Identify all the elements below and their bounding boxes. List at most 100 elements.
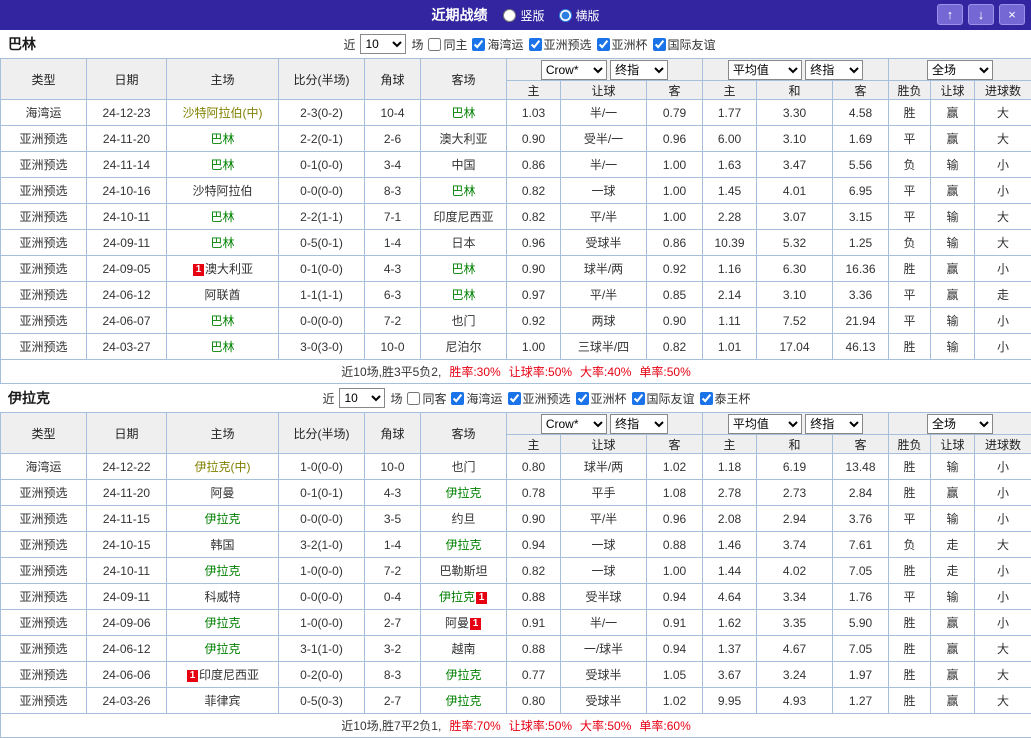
- result-cell: 胜: [889, 662, 931, 688]
- filter-checkbox[interactable]: [472, 38, 485, 51]
- window-title: 近期战绩: [431, 5, 487, 25]
- away-team-cell: 伊拉克1: [421, 584, 507, 610]
- filter-checkbox[interactable]: [576, 392, 589, 405]
- away-team-cell: 伊拉克: [421, 688, 507, 714]
- layout-radio-vertical-input[interactable]: [503, 9, 516, 22]
- odds-source-select[interactable]: 终指: [805, 414, 863, 434]
- odds-cell: 7.05: [833, 558, 889, 584]
- match-row: 亚洲预选24-06-061印度尼西亚0-2(0-0)8-3伊拉克0.77受球半1…: [1, 662, 1031, 688]
- layout-radio-horizontal[interactable]: 横版: [559, 7, 600, 24]
- match-row: 亚洲预选24-09-051澳大利亚0-1(0-0)4-3巴林0.90球半/两0.…: [1, 256, 1031, 282]
- odds-source-select[interactable]: 全场: [927, 60, 993, 80]
- filter-check-0-2[interactable]: 亚洲预选: [529, 36, 592, 53]
- recent-count-select[interactable]: 10: [339, 388, 385, 408]
- odds-cell: 0.85: [647, 282, 703, 308]
- filter-check-0-4[interactable]: 国际友谊: [653, 36, 716, 53]
- odds-cell: 4.02: [757, 558, 833, 584]
- odds-source-select[interactable]: 终指: [805, 60, 863, 80]
- corners-cell: 3-4: [365, 152, 421, 178]
- team-text: 也门: [451, 460, 475, 474]
- scroll-up-button[interactable]: ↑: [937, 4, 963, 25]
- odds-cell: 5.56: [833, 152, 889, 178]
- odds-source-select[interactable]: 平均值: [728, 414, 802, 434]
- layout-radio-vertical[interactable]: 竖版: [503, 7, 544, 24]
- odds-cell: 1.02: [647, 454, 703, 480]
- odds-source-select[interactable]: 全场: [927, 414, 993, 434]
- match-date: 24-10-15: [87, 532, 167, 558]
- filter-check-1-1[interactable]: 海湾运: [451, 390, 502, 407]
- filter-checkbox[interactable]: [508, 392, 521, 405]
- home-team-cell: 伊拉克(中): [167, 454, 279, 480]
- away-team-cell: 日本: [421, 230, 507, 256]
- filter-checkbox[interactable]: [451, 392, 464, 405]
- filter-check-0-3[interactable]: 亚洲杯: [597, 36, 648, 53]
- column-header: 角球: [365, 59, 421, 100]
- result-cell: 走: [931, 532, 975, 558]
- filter-check-1-0[interactable]: 同客: [407, 390, 446, 407]
- odds-cell: 1.44: [703, 558, 757, 584]
- home-team-cell: 伊拉克: [167, 636, 279, 662]
- filter-checkbox[interactable]: [428, 38, 441, 51]
- league-badge: 亚洲预选: [1, 532, 87, 558]
- close-button[interactable]: ×: [999, 4, 1025, 25]
- odds-cell: 16.36: [833, 256, 889, 282]
- matches-table: 类型日期主场比分(半场)角球客场Crow* 终指平均值 终指全场主让球客主和客胜…: [0, 412, 1031, 738]
- odds-cell: 0.94: [647, 584, 703, 610]
- home-team-cell: 科威特: [167, 584, 279, 610]
- home-team-cell: 巴林: [167, 204, 279, 230]
- filter-check-1-3[interactable]: 亚洲杯: [576, 390, 627, 407]
- corners-cell: 0-4: [365, 584, 421, 610]
- team-name: 巴林: [8, 34, 36, 54]
- result-cell: 输: [931, 230, 975, 256]
- score-cell: 3-2(1-0): [279, 532, 365, 558]
- odds-cell: 0.96: [647, 506, 703, 532]
- filter-checkbox[interactable]: [529, 38, 542, 51]
- odds-source-select[interactable]: Crow*: [541, 60, 607, 80]
- odds-cell: 0.82: [507, 558, 561, 584]
- odds-cell: 4.01: [757, 178, 833, 204]
- sub-column-header: 客: [647, 81, 703, 100]
- team-text: 巴林: [210, 158, 234, 172]
- odds-source-select[interactable]: 终指: [610, 414, 668, 434]
- layout-radio-horizontal-input[interactable]: [559, 9, 572, 22]
- filter-checkbox[interactable]: [653, 38, 666, 51]
- filter-checkbox[interactable]: [700, 392, 713, 405]
- column-header: 比分(半场): [279, 59, 365, 100]
- filter-checkbox[interactable]: [407, 392, 420, 405]
- filter-check-1-2[interactable]: 亚洲预选: [508, 390, 571, 407]
- match-date: 24-06-12: [87, 636, 167, 662]
- team-text: 伊拉克: [439, 590, 475, 604]
- odds-cell: 0.90: [647, 308, 703, 334]
- odds-source-select[interactable]: 平均值: [728, 60, 802, 80]
- odds-cell: 0.88: [507, 636, 561, 662]
- result-cell: 胜: [889, 636, 931, 662]
- team-text: 巴林: [451, 262, 475, 276]
- match-row: 亚洲预选24-10-11伊拉克1-0(0-0)7-2巴勒斯坦0.82一球1.00…: [1, 558, 1031, 584]
- filter-checkbox[interactable]: [597, 38, 610, 51]
- odds-cell: 3.35: [757, 610, 833, 636]
- odds-source-select[interactable]: 终指: [610, 60, 668, 80]
- titlebar: 近期战绩 竖版 横版 ↑ ↓ ×: [0, 0, 1031, 30]
- odds-cell: 17.04: [757, 334, 833, 360]
- odds-source-select[interactable]: Crow*: [541, 414, 607, 434]
- odds-cell: 9.95: [703, 688, 757, 714]
- team-text: 尼泊尔: [445, 340, 481, 354]
- odds-cell: 1.69: [833, 126, 889, 152]
- home-team-cell: 韩国: [167, 532, 279, 558]
- match-row: 亚洲预选24-06-07巴林0-0(0-0)7-2也门0.92两球0.901.1…: [1, 308, 1031, 334]
- result-cell: 胜: [889, 480, 931, 506]
- filter-check-0-0[interactable]: 同主: [428, 36, 467, 53]
- odds-group-header: 全场: [889, 59, 1031, 81]
- corners-cell: 2-7: [365, 688, 421, 714]
- match-date: 24-11-14: [87, 152, 167, 178]
- odds-cell: 1.11: [703, 308, 757, 334]
- filter-check-1-5[interactable]: 泰王杯: [700, 390, 751, 407]
- filter-checkbox[interactable]: [632, 392, 645, 405]
- away-team-cell: 伊拉克: [421, 532, 507, 558]
- filter-check-0-1[interactable]: 海湾运: [472, 36, 523, 53]
- scroll-down-button[interactable]: ↓: [968, 4, 994, 25]
- filter-check-1-4[interactable]: 国际友谊: [632, 390, 695, 407]
- recent-count-select[interactable]: 10: [360, 34, 406, 54]
- odds-cell: 0.88: [647, 532, 703, 558]
- result-cell: 小: [975, 558, 1031, 584]
